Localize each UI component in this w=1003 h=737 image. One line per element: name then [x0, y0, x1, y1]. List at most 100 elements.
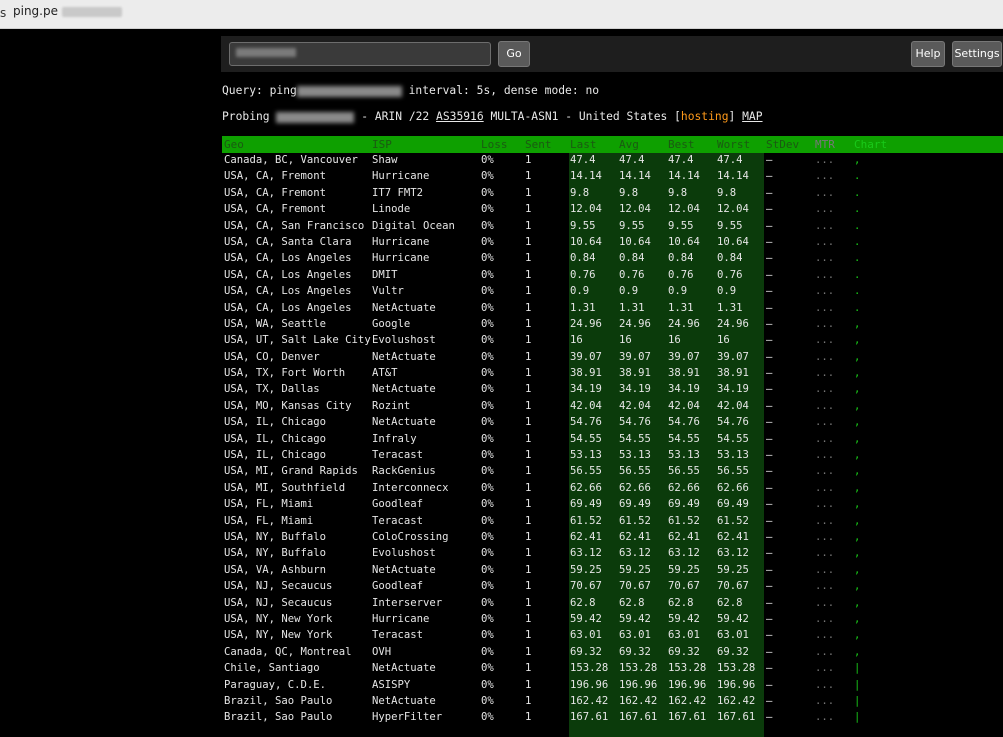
browser-url-bar[interactable]: s ping.pe: [0, 0, 1003, 29]
cell-chart: ,: [854, 596, 861, 609]
header-geo[interactable]: Geo: [224, 138, 244, 151]
cell-mtr[interactable]: ...: [815, 367, 834, 379]
probing-registry: - ARIN /22: [354, 110, 437, 123]
help-button[interactable]: Help: [911, 41, 945, 67]
cell-mtr[interactable]: ...: [815, 416, 834, 428]
cell-chart: ,: [854, 449, 861, 462]
cell-avg: 12.04: [619, 203, 651, 216]
cell-last: 56.55: [570, 465, 602, 478]
cell-mtr[interactable]: ...: [815, 351, 834, 363]
cell-mtr[interactable]: ...: [815, 629, 834, 641]
cell-avg: 69.49: [619, 498, 651, 511]
header-sent[interactable]: Sent: [525, 138, 552, 151]
cell-geo: USA, NY, Buffalo: [224, 530, 327, 543]
header-best[interactable]: Best: [668, 138, 695, 151]
cell-mtr[interactable]: ...: [815, 220, 834, 232]
url-text[interactable]: ping.pe: [13, 4, 122, 18]
cell-mtr[interactable]: ...: [815, 269, 834, 281]
cell-best: 9.8: [668, 186, 688, 199]
cell-mtr[interactable]: ...: [815, 564, 834, 576]
cell-mtr[interactable]: ...: [815, 498, 834, 510]
cell-mtr[interactable]: ...: [815, 711, 834, 723]
cell-worst: 62.8: [717, 596, 743, 609]
cell-last: 59.25: [570, 563, 602, 576]
cell-sent: 1: [525, 235, 532, 248]
cell-mtr[interactable]: ...: [815, 695, 834, 707]
cell-avg: 62.41: [619, 530, 651, 543]
cell-mtr[interactable]: ...: [815, 334, 834, 346]
cell-mtr[interactable]: ...: [815, 285, 834, 297]
cell-chart: ,: [854, 154, 861, 166]
settings-button[interactable]: Settings: [952, 41, 1002, 67]
header-avg[interactable]: Avg: [619, 138, 639, 151]
cell-geo: Paraguay, C.D.E.: [224, 678, 327, 691]
cell-mtr[interactable]: ...: [815, 482, 834, 494]
header-mtr[interactable]: MTR: [815, 138, 835, 151]
cell-geo: USA, CA, Fremont: [224, 170, 327, 183]
cell-sent: 1: [525, 367, 532, 380]
map-link[interactable]: MAP: [742, 110, 762, 123]
cell-best: 38.91: [668, 367, 700, 380]
cell-best: 62.41: [668, 530, 700, 543]
cell-mtr[interactable]: ...: [815, 613, 834, 625]
header-worst[interactable]: Worst: [717, 138, 750, 151]
cell-mtr[interactable]: ...: [815, 547, 834, 559]
cell-avg: 14.14: [619, 170, 651, 183]
cell-avg: 63.01: [619, 629, 651, 642]
cell-avg: 59.42: [619, 612, 651, 625]
cell-chart: .: [854, 268, 861, 281]
cell-mtr[interactable]: ...: [815, 580, 834, 592]
cell-mtr[interactable]: ...: [815, 433, 834, 445]
cell-avg: 62.66: [619, 481, 651, 494]
cell-mtr[interactable]: ...: [815, 679, 834, 691]
table-row: USA, MO, Kansas City Rozint 0% 1 42.04 42.04 4…: [222, 399, 1003, 415]
cell-chart: ,: [854, 645, 861, 658]
query-input[interactable]: [229, 42, 491, 66]
cell-chart: ,: [854, 432, 861, 445]
header-loss[interactable]: Loss: [481, 138, 508, 151]
cell-best: 54.76: [668, 416, 700, 429]
cell-mtr[interactable]: ...: [815, 318, 834, 330]
cell-mtr[interactable]: ...: [815, 662, 834, 674]
table-row: Canada, BC, Vancouver Shaw 0% 1 47.4 47.4 47.4…: [222, 153, 1003, 169]
cell-mtr[interactable]: ...: [815, 236, 834, 248]
cell-mtr[interactable]: ...: [815, 252, 834, 264]
cell-mtr[interactable]: ...: [815, 170, 834, 182]
cell-loss: 0%: [481, 596, 494, 609]
cell-mtr[interactable]: ...: [815, 383, 834, 395]
cell-mtr[interactable]: ...: [815, 515, 834, 527]
cell-mtr[interactable]: ...: [815, 302, 834, 314]
header-last[interactable]: Last: [570, 138, 597, 151]
cell-worst: 10.64: [717, 235, 749, 248]
cell-stdev: –: [766, 383, 773, 396]
cell-loss: 0%: [481, 629, 494, 642]
cell-mtr[interactable]: ...: [815, 187, 834, 199]
cell-mtr[interactable]: ...: [815, 154, 834, 166]
cell-isp: Interconnecx: [372, 481, 449, 494]
cell-avg: 61.52: [619, 514, 651, 527]
cell-avg: 42.04: [619, 399, 651, 412]
cell-mtr[interactable]: ...: [815, 646, 834, 658]
asn-link[interactable]: AS35916: [436, 110, 484, 123]
cell-stdev: –: [766, 629, 773, 642]
cell-mtr[interactable]: ...: [815, 597, 834, 609]
cell-best: 54.55: [668, 432, 700, 445]
cell-mtr[interactable]: ...: [815, 465, 834, 477]
cell-mtr[interactable]: ...: [815, 400, 834, 412]
cell-sent: 1: [525, 268, 532, 281]
header-isp[interactable]: ISP: [372, 138, 392, 151]
cell-loss: 0%: [481, 268, 494, 281]
cell-worst: 162.42: [717, 694, 756, 707]
cell-mtr[interactable]: ...: [815, 531, 834, 543]
cell-mtr[interactable]: ...: [815, 449, 834, 461]
cell-avg: 53.13: [619, 449, 651, 462]
table-row: USA, CA, Los Angeles NetActuate 0% 1 1.31 1.3…: [222, 301, 1003, 317]
cell-best: 16: [668, 334, 681, 347]
header-stdev[interactable]: StDev: [766, 138, 799, 151]
cell-sent: 1: [525, 170, 532, 183]
cell-mtr[interactable]: ...: [815, 203, 834, 215]
cell-sent: 1: [525, 694, 532, 707]
cell-avg: 56.55: [619, 465, 651, 478]
go-button[interactable]: Go: [498, 41, 530, 67]
header-chart[interactable]: Chart: [854, 138, 887, 151]
